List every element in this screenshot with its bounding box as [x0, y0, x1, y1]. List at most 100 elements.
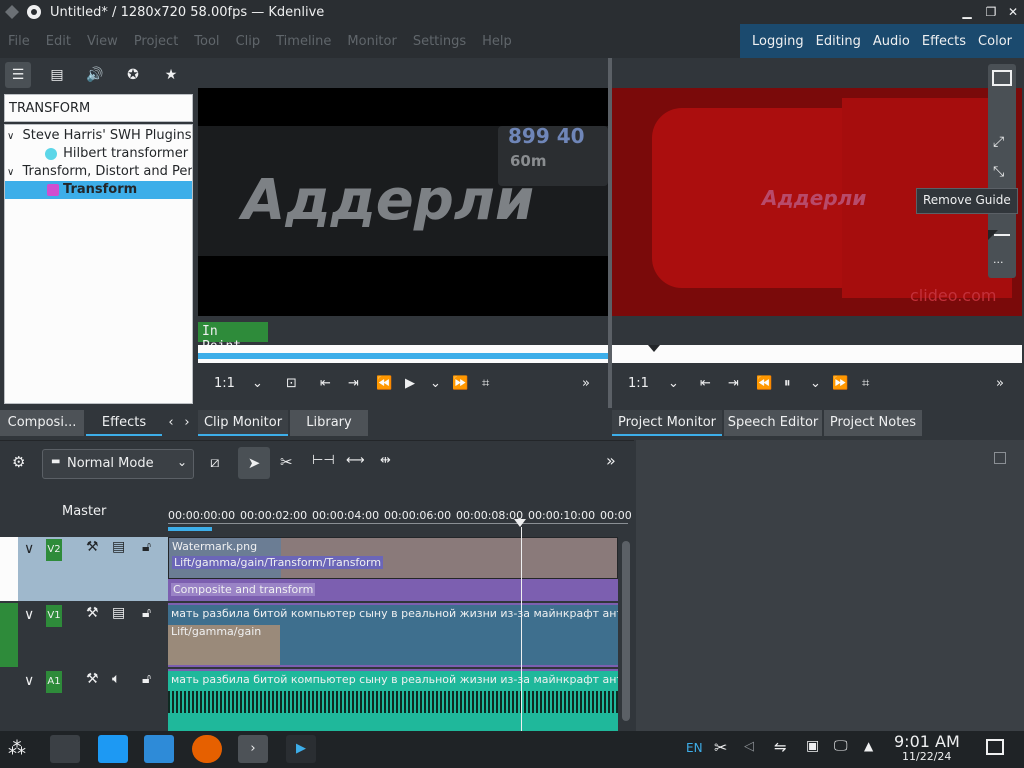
app-launcher-icon[interactable]: ⁂ [8, 735, 38, 763]
playhead-icon[interactable] [648, 345, 660, 352]
slide-tool-icon[interactable]: ⇹ [380, 453, 391, 468]
volume-icon[interactable]: ◁ [744, 739, 754, 754]
custom-effects-icon[interactable]: ✪ [120, 62, 146, 88]
clock-date[interactable]: 11/22/24 [902, 750, 951, 763]
list-view-icon[interactable]: ☰ [5, 62, 31, 88]
tab-clip-monitor[interactable]: Clip Monitor [198, 410, 288, 436]
network-icon[interactable]: ⇋ [774, 738, 787, 756]
zoom-dropdown-icon[interactable]: ⌄ [668, 371, 679, 397]
window-menu-icon[interactable] [27, 5, 41, 19]
favorites-icon[interactable]: ★ [158, 62, 184, 88]
more-icon[interactable]: » [606, 451, 616, 470]
tab-compositions[interactable]: Composi... [0, 410, 84, 436]
rewind-icon[interactable]: ⏪ [376, 371, 392, 397]
spacer-tool-icon[interactable]: ⧄ [210, 453, 220, 471]
set-out-icon[interactable]: ⇥ [348, 371, 359, 397]
video-effects-icon[interactable]: ▤ [44, 62, 70, 88]
timeline-playhead[interactable] [521, 527, 522, 731]
menu-monitor[interactable]: Monitor [339, 34, 404, 49]
track-header-v1[interactable]: ∨ V1 ⚒ ▤ 🔓︎ [0, 603, 168, 667]
workspace-audio[interactable]: Audio [867, 34, 916, 49]
tree-group-swh[interactable]: ∨ Steve Harris' SWH Plugins [7, 128, 192, 143]
tree-group-transform[interactable]: ∨ Transform, Distort and Pers [7, 164, 192, 179]
timeline-settings-icon[interactable]: ⚙ [12, 453, 25, 471]
set-out-icon[interactable]: ⇥ [728, 371, 739, 397]
ripple-tool-icon[interactable]: ⟷ [346, 453, 365, 468]
workspace-effects[interactable]: Effects [916, 34, 972, 49]
file-manager-icon[interactable] [144, 735, 174, 763]
expand-frame-icon[interactable]: ⤢ [993, 134, 1004, 150]
film-icon[interactable]: ▤ [112, 539, 125, 555]
timeline-ruler[interactable]: 00:00:00:00 00:00:02:00 00:00:04:00 00:0… [168, 503, 634, 535]
crop-icon[interactable]: ⌗ [862, 371, 869, 397]
menu-timeline[interactable]: Timeline [268, 34, 339, 49]
tab-library[interactable]: Library [290, 410, 368, 436]
show-desktop-icon[interactable] [986, 739, 1004, 755]
menu-clip[interactable]: Clip [228, 34, 269, 49]
playhead-icon[interactable] [514, 519, 526, 527]
zone-bar[interactable] [168, 527, 212, 531]
notes-tray-icon[interactable]: ▣ [806, 738, 819, 754]
play-dropdown-icon[interactable]: ⌄ [810, 371, 821, 397]
set-in-icon[interactable]: ⇤ [700, 371, 711, 397]
set-in-icon[interactable]: ⇤ [320, 371, 331, 397]
tree-item-transform[interactable]: Transform [5, 181, 192, 199]
workspace-color[interactable]: Color [972, 34, 1018, 49]
store-app-icon[interactable] [98, 735, 128, 763]
clock-time[interactable]: 9:01 AM [894, 732, 960, 751]
clip-zoom[interactable]: 1:1 [214, 371, 235, 397]
forward-icon[interactable]: ⏩ [832, 371, 848, 397]
effects-wand-icon[interactable]: ⚒ [86, 539, 99, 555]
lock-icon[interactable]: 🔓︎ [142, 539, 151, 555]
tab-scroll-left-icon[interactable]: ‹ [164, 410, 178, 436]
project-ruler[interactable] [612, 345, 1022, 363]
play-icon[interactable]: ▶ [405, 371, 415, 397]
tab-speech-editor[interactable]: Speech Editor [724, 410, 822, 436]
lock-icon[interactable]: 🔓︎ [142, 605, 151, 621]
collapse-icon[interactable]: ∨ [24, 607, 34, 623]
workspace-editing[interactable]: Editing [810, 34, 867, 49]
clip-audio[interactable]: мать разбила битой компьютер сыну в реал… [168, 669, 618, 731]
more-icon[interactable]: » [582, 371, 590, 397]
slip-tool-icon[interactable]: ⊢⊣ [312, 453, 335, 468]
lock-icon[interactable]: 🔓︎ [142, 671, 151, 687]
collapse-icon[interactable]: ∨ [24, 673, 34, 689]
zoom-dropdown-icon[interactable]: ⌄ [252, 371, 263, 397]
track-header-v2[interactable]: ∨ V2 ⚒ ▤ 🔓︎ [0, 537, 168, 601]
effects-wand-icon[interactable]: ⚒ [86, 605, 99, 621]
kdenlive-task-icon[interactable]: ▶ [286, 735, 316, 763]
track-header-a1[interactable]: ∨ A1 ⚒ 🔈︎ 🔓︎ [0, 669, 168, 731]
fullscreen-icon[interactable]: ⊡ [286, 371, 297, 397]
keyboard-layout[interactable]: EN [686, 741, 703, 755]
monitor-fullscreen-icon[interactable] [992, 70, 1012, 86]
firefox-icon[interactable] [192, 735, 222, 763]
collapse-icon[interactable]: ∨ [24, 541, 34, 557]
clip-monitor-video[interactable]: 899 40 60m Аддерли [198, 88, 608, 316]
shrink-frame-icon[interactable]: ⤡ [993, 164, 1004, 180]
timeline-scrollbar[interactable] [622, 541, 630, 721]
clip-watermark[interactable]: Watermark.png Lift/gamma/gain/Transform/… [168, 537, 618, 579]
razor-tool-icon[interactable]: ✂ [280, 453, 293, 471]
workspace-logging[interactable]: Logging [746, 34, 810, 49]
menu-project[interactable]: Project [126, 34, 186, 49]
pause-icon[interactable]: ⏸ [784, 371, 791, 397]
tab-scroll-right-icon[interactable]: › [180, 410, 194, 436]
tab-project-monitor[interactable]: Project Monitor [612, 410, 722, 436]
tray-expand-icon[interactable]: ▲ [864, 739, 873, 753]
menu-settings[interactable]: Settings [405, 34, 474, 49]
menu-edit[interactable]: Edit [38, 34, 79, 49]
restore-panel-icon[interactable] [994, 452, 1006, 464]
tab-project-notes[interactable]: Project Notes [824, 410, 922, 436]
clipboard-icon[interactable]: ✂ [714, 738, 727, 757]
tree-item-hilbert[interactable]: Hilbert transformer [45, 146, 188, 161]
selection-tool-icon[interactable]: ➤ [238, 447, 270, 479]
forward-icon[interactable]: ⏩ [452, 371, 468, 397]
maximize-icon[interactable]: ❐ [984, 5, 998, 19]
effects-search-input[interactable]: TRANSFORM [4, 94, 193, 122]
master-label[interactable]: Master [62, 504, 106, 519]
settings-app-icon[interactable] [50, 735, 80, 763]
crop-icon[interactable]: ⌗ [482, 371, 489, 397]
film-icon[interactable]: ▤ [112, 605, 125, 621]
more-icon[interactable]: » [996, 371, 1004, 397]
effects-wand-icon[interactable]: ⚒ [86, 671, 99, 687]
